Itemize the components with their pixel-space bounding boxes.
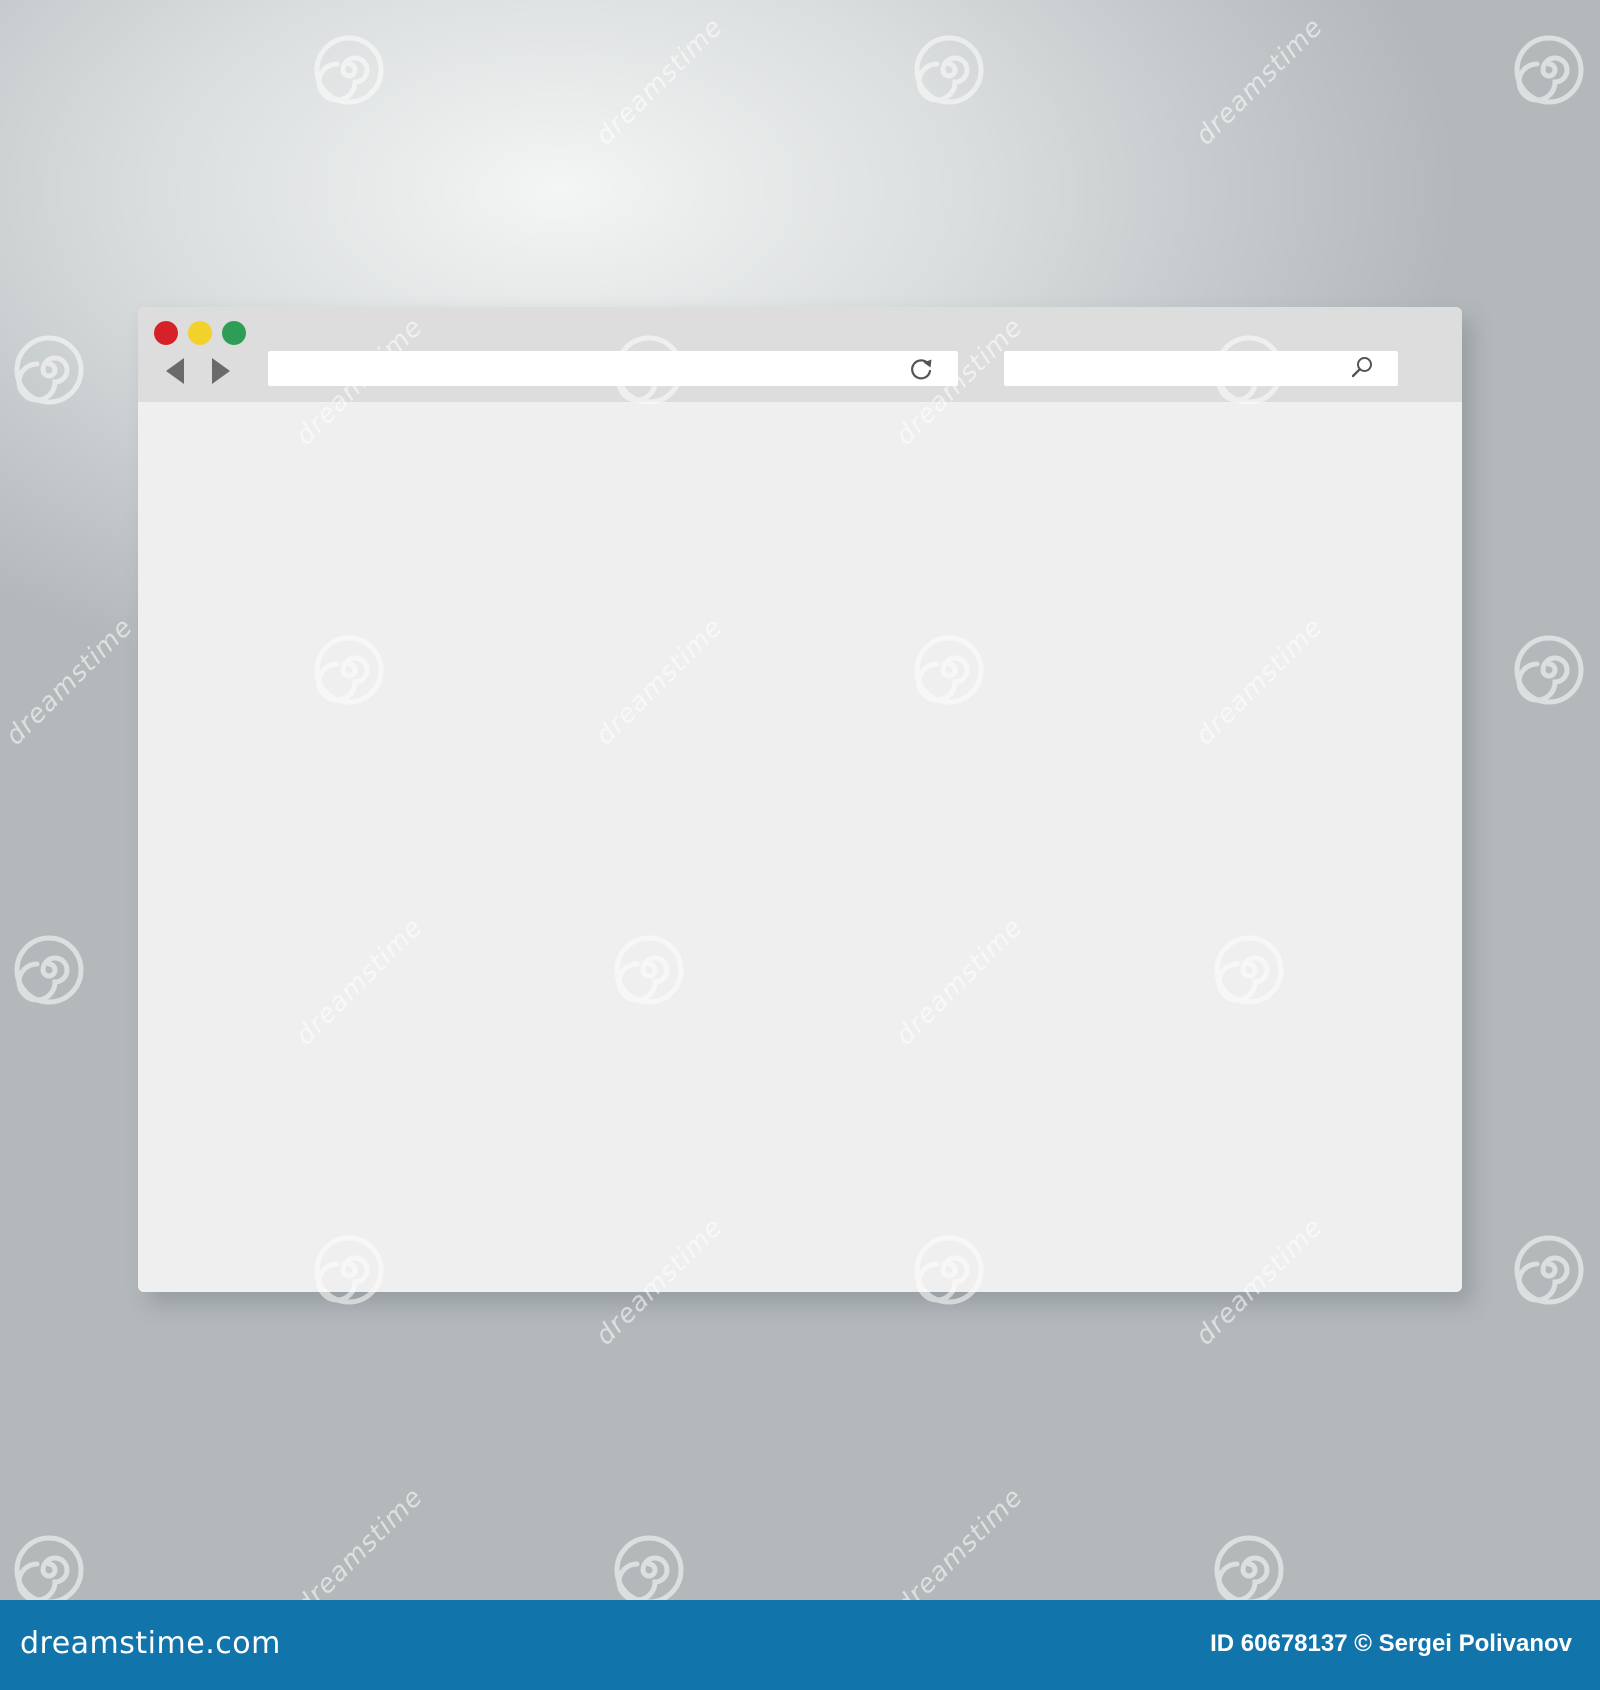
page-content-area[interactable] <box>138 402 1462 1292</box>
browser-toolbar <box>138 307 1462 402</box>
watermark-spiral-icon <box>14 335 84 405</box>
watermark-spiral-icon <box>614 1535 684 1605</box>
minimize-window-button[interactable] <box>188 321 212 345</box>
watermark-text: dreamstime <box>1190 12 1330 152</box>
close-window-button[interactable] <box>154 321 178 345</box>
watermark-text: dreamstime <box>0 612 140 752</box>
watermark-spiral-icon <box>914 35 984 105</box>
stock-footer-bar: dreamstime.com ID 60678137 © Sergei Poli… <box>0 1600 1600 1690</box>
search-button[interactable] <box>1348 354 1376 382</box>
address-bar[interactable] <box>268 351 958 386</box>
triangle-left-icon <box>166 358 184 384</box>
maximize-window-button[interactable] <box>222 321 246 345</box>
watermark-spiral-icon <box>1514 1235 1584 1305</box>
watermark-spiral-icon <box>14 935 84 1005</box>
footer-logo: dreamstime.com <box>20 1626 281 1661</box>
watermark-spiral-icon <box>14 1535 84 1605</box>
reload-icon <box>911 359 932 380</box>
watermark-text: dreamstime <box>590 12 730 152</box>
watermark-spiral-icon <box>1514 635 1584 705</box>
search-input[interactable] <box>1004 351 1398 386</box>
triangle-right-icon <box>212 358 230 384</box>
browser-window <box>138 307 1462 1292</box>
back-button[interactable] <box>162 355 190 387</box>
watermark-spiral-icon <box>314 35 384 105</box>
watermark-spiral-icon <box>1514 35 1584 105</box>
watermark-spiral-icon <box>1214 1535 1284 1605</box>
forward-button[interactable] <box>208 355 236 387</box>
magnifier-icon <box>1351 357 1372 378</box>
reload-button[interactable] <box>906 354 936 384</box>
footer-credit: ID 60678137 © Sergei Polivanov <box>1210 1630 1572 1657</box>
